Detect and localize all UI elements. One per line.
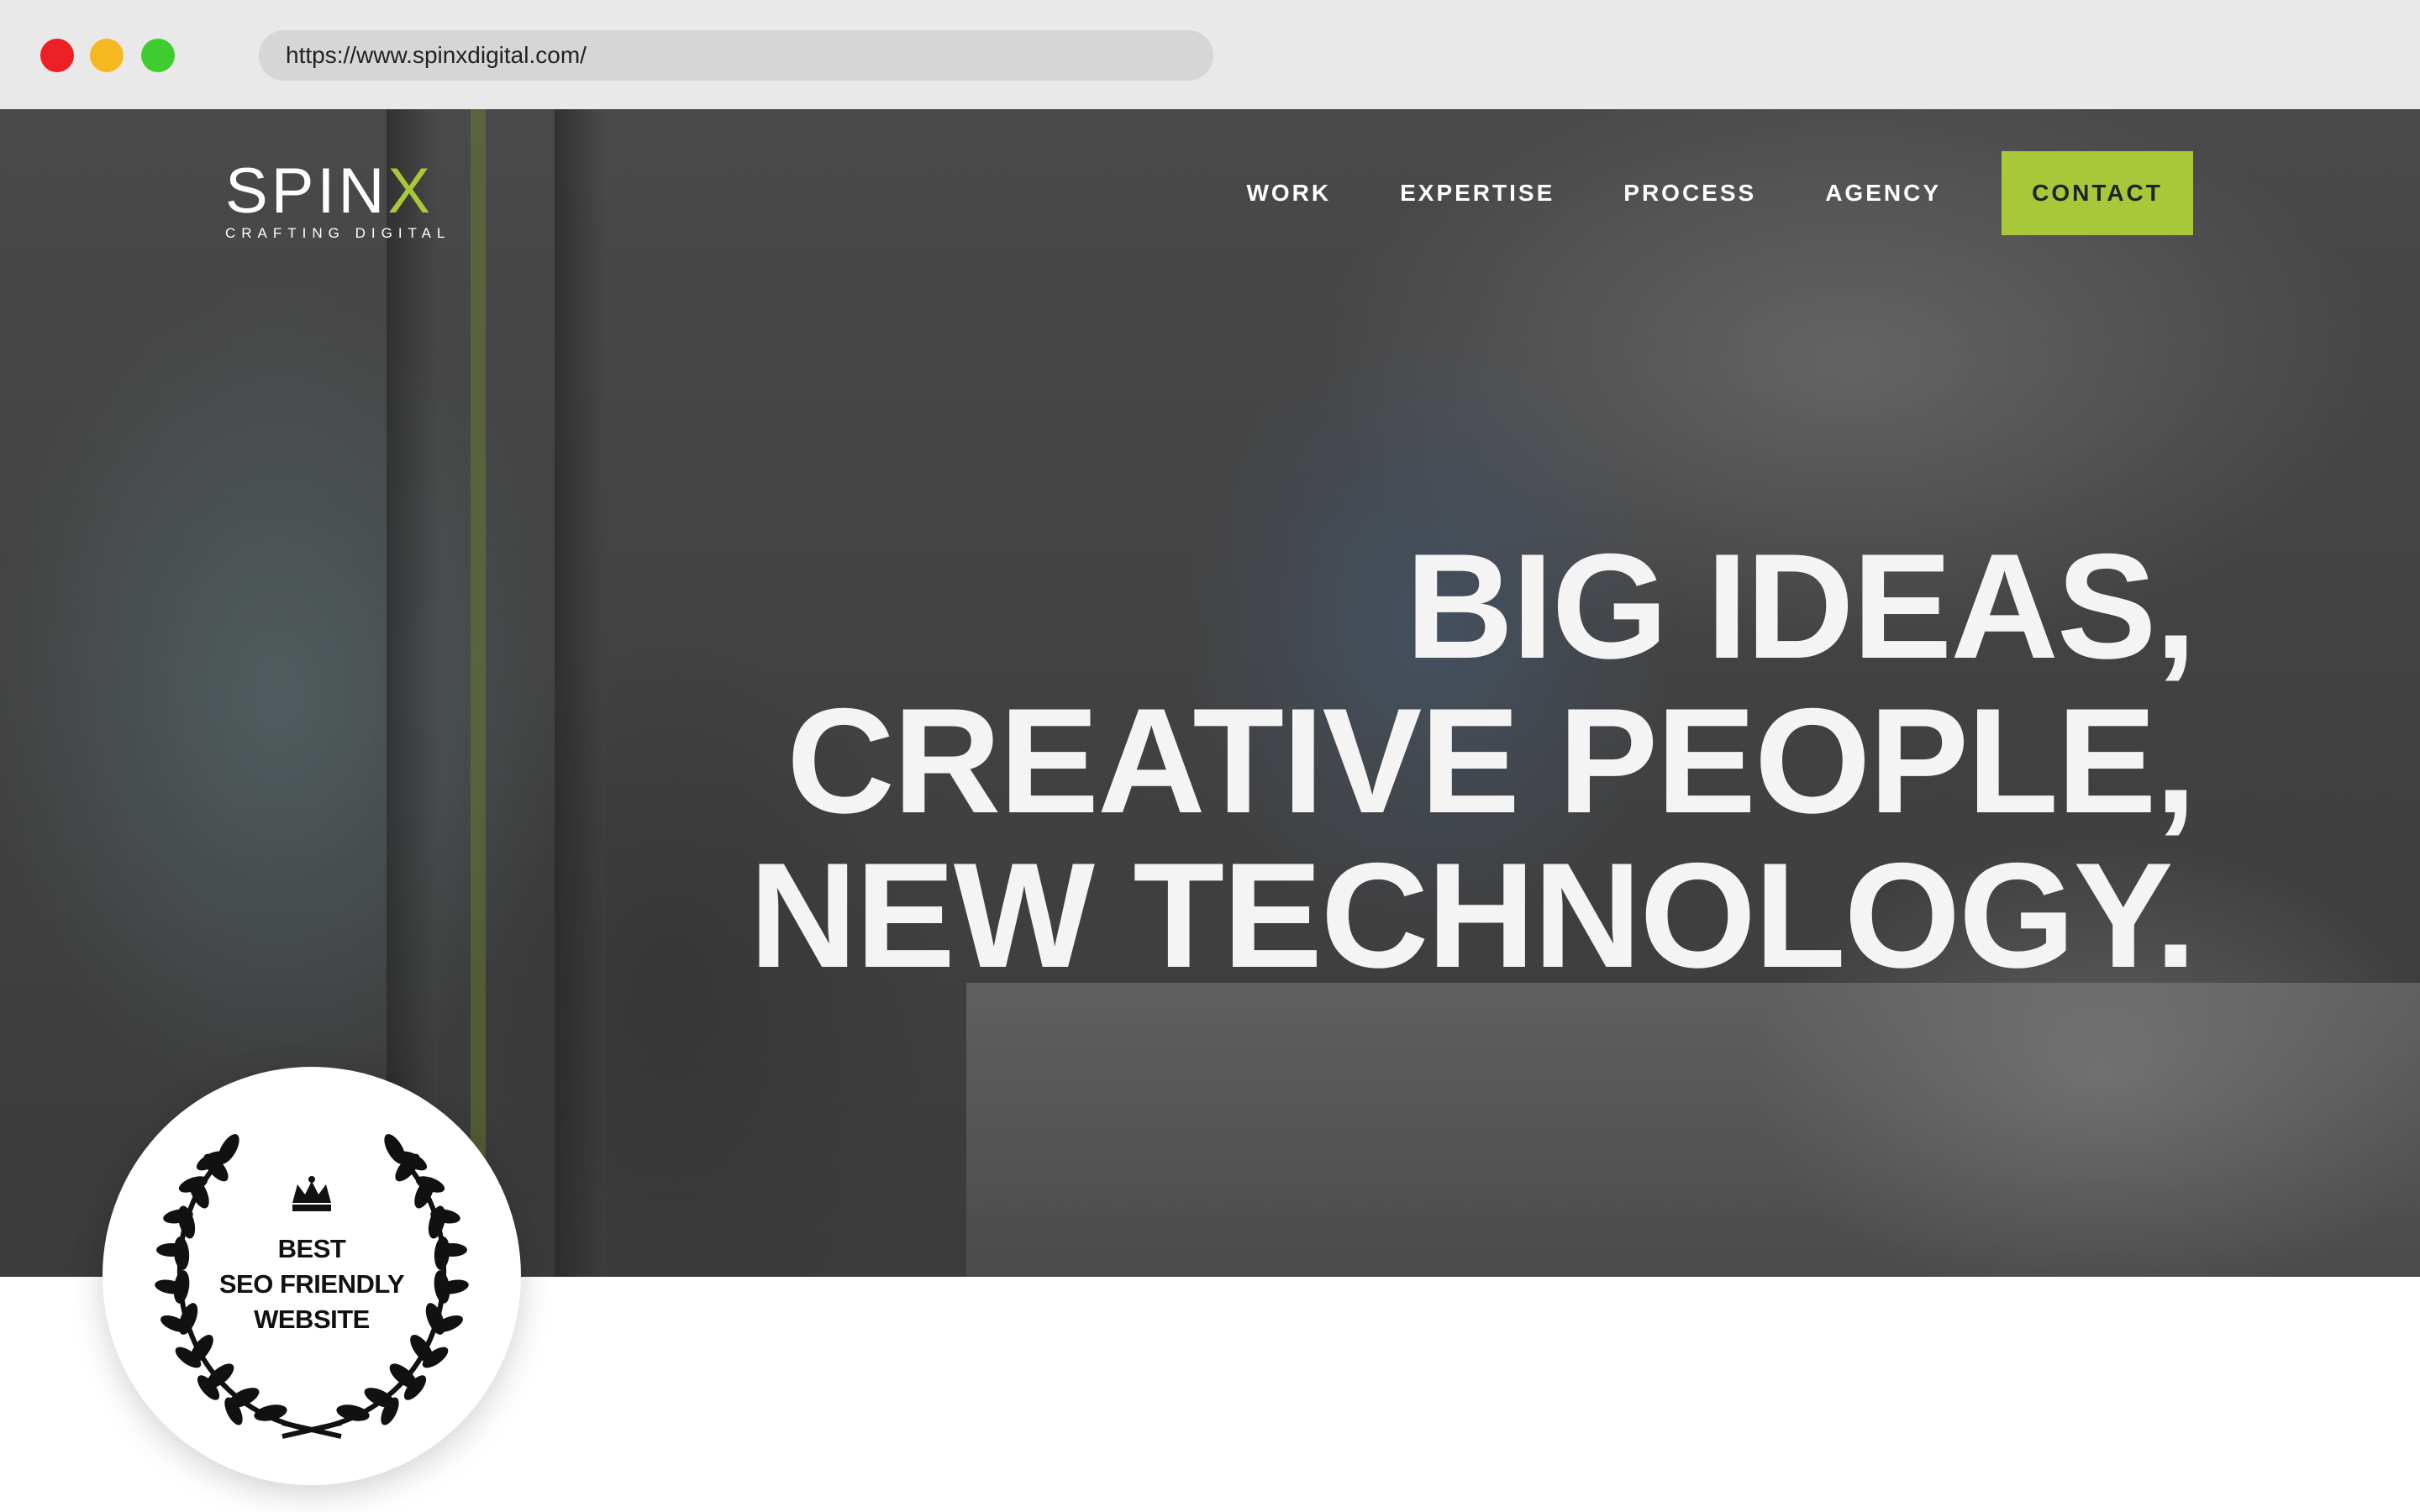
main-nav: WORK EXPERTISE PROCESS AGENCY CONTACT <box>1177 151 2193 235</box>
nav-item-work[interactable]: WORK <box>1246 180 1331 207</box>
crown-icon <box>292 1176 331 1211</box>
logo-word-main: SPIN <box>225 155 388 227</box>
badge-line: SEO FRIENDLY <box>218 1269 405 1299</box>
logo-tagline: CRAFTING DIGITAL <box>225 225 451 241</box>
nav-item-process[interactable]: PROCESS <box>1623 180 1756 207</box>
maximize-window-button[interactable] <box>141 39 175 72</box>
badge-text: BEST SEO FRIENDLY WEBSITE <box>103 1231 521 1337</box>
browser-chrome: https://www.spinxdigital.com/ <box>0 0 2420 109</box>
award-badge: BEST SEO FRIENDLY WEBSITE <box>103 1067 521 1485</box>
minimize-window-button[interactable] <box>90 39 124 72</box>
contact-button[interactable]: CONTACT <box>2002 151 2193 235</box>
url-text[interactable]: https://www.spinxdigital.com/ <box>286 42 587 69</box>
headline-line: BIG IDEAS, <box>1405 522 2196 690</box>
logo-wordmark: SPINX <box>225 160 450 223</box>
address-bar[interactable]: https://www.spinxdigital.com/ <box>259 30 1213 81</box>
close-window-button[interactable] <box>40 39 74 72</box>
badge-line: BEST <box>277 1234 346 1263</box>
headline-line: NEW TECHNOLOGY. <box>749 832 2196 999</box>
hero-headline: BIG IDEAS, CREATIVE PEOPLE, NEW TECHNOLO… <box>749 522 2196 999</box>
nav-item-agency[interactable]: AGENCY <box>1825 180 1941 207</box>
logo-word-accent: X <box>387 155 434 227</box>
badge-line: WEBSITE <box>254 1305 370 1334</box>
headline-line: CREATIVE PEOPLE, <box>786 677 2196 844</box>
nav-item-expertise[interactable]: EXPERTISE <box>1400 180 1555 207</box>
site-logo[interactable]: SPINX CRAFTING DIGITAL <box>225 160 450 242</box>
